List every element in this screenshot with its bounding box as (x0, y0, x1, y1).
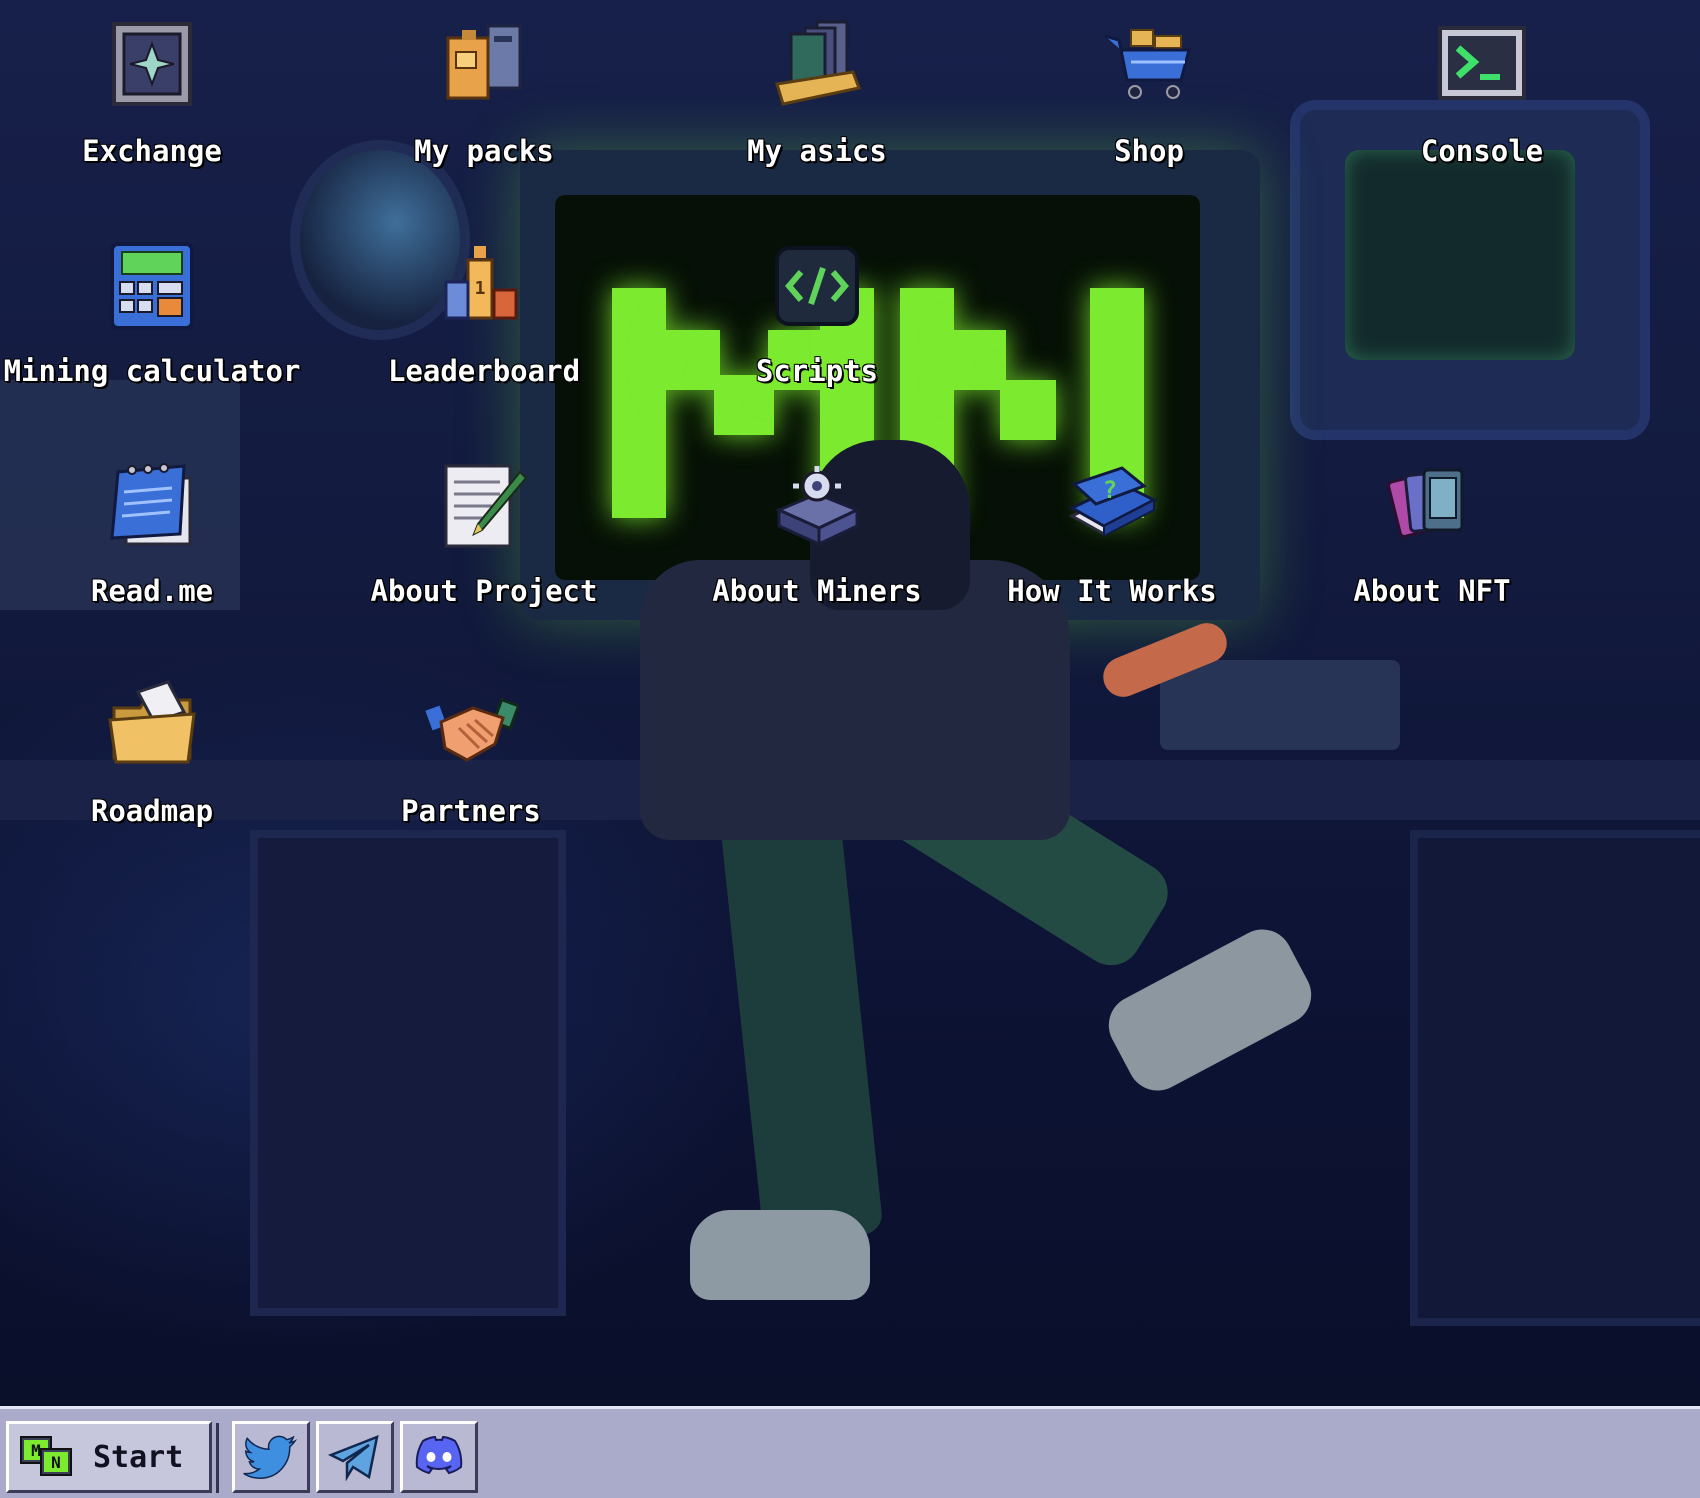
desktop-icon-label: Read.me (90, 574, 214, 608)
start-button[interactable]: MN Start (6, 1421, 212, 1493)
code-icon (769, 238, 865, 334)
wallpaper-figure-shoe (690, 1210, 870, 1300)
desktop-icon-scripts[interactable]: Scripts (717, 238, 917, 388)
desktop-wallpaper (0, 0, 1700, 1406)
calculator-icon (104, 238, 200, 334)
telegram-icon (327, 1435, 379, 1481)
desktop-icon-leaderboard[interactable]: 1 Leaderboard (384, 238, 584, 388)
desktop-icon-label: Console (1420, 134, 1544, 168)
terminal-icon (1434, 18, 1530, 114)
desktop-icon-label: My asics (747, 134, 887, 168)
wallpaper-figure-leg (716, 774, 884, 1246)
twitter-button[interactable] (232, 1421, 310, 1493)
twitter-icon (243, 1435, 298, 1479)
desktop-icon-label: Shop (1114, 134, 1184, 168)
wallpaper-logo-block (950, 330, 1006, 390)
desktop-icon-shop[interactable]: Shop (1049, 18, 1249, 168)
desktop-icon-label: How It Works (1007, 574, 1217, 608)
desktop-icon-roadmap[interactable]: Roadmap (52, 678, 252, 828)
desktop-icon-label: About NFT (1353, 574, 1511, 608)
taskbar: MN Start (0, 1406, 1700, 1498)
exchange-icon (104, 18, 200, 114)
desktop-icon-label: Exchange (82, 134, 222, 168)
discord-button[interactable] (400, 1421, 478, 1493)
desktop-icon-label: Roadmap (90, 794, 214, 828)
desktop-icon-how-it-works[interactable]: ? How It Works (1007, 458, 1217, 608)
desktop-icon-readme[interactable]: Read.me (52, 458, 252, 608)
svg-text:M: M (31, 1441, 41, 1460)
telegram-button[interactable] (316, 1421, 394, 1493)
document-pen-icon (436, 458, 532, 554)
desktop-icon-label: Partners (401, 794, 541, 828)
svg-text:N: N (51, 1453, 61, 1472)
desktop-icon-about-miners[interactable]: About Miners (693, 458, 941, 608)
mn-logo-icon: MN (19, 1435, 75, 1479)
help-book-icon: ? (1064, 458, 1160, 554)
desktop-icon-my-asics[interactable]: My asics (717, 18, 917, 168)
shopping-cart-icon (1101, 18, 1197, 114)
desktop-icon-console[interactable]: Console (1382, 18, 1582, 168)
svg-text:?: ? (1103, 476, 1117, 504)
podium-icon: 1 (436, 238, 532, 334)
desktop-icon-label: Mining calculator (3, 354, 301, 388)
desktop-icon-mining-calculator[interactable]: Mining calculator (4, 238, 300, 388)
svg-text:1: 1 (475, 278, 486, 299)
desktop-icon-label: Leaderboard (387, 354, 581, 388)
desktop-icon-about-nft[interactable]: About NFT (1332, 458, 1532, 608)
folder-icon (104, 678, 200, 774)
desktop-icon-exchange[interactable]: Exchange (52, 18, 252, 168)
desktop-icon-my-packs[interactable]: My packs (384, 18, 584, 168)
wallpaper-logo-block (1000, 380, 1056, 440)
handshake-icon (423, 678, 519, 774)
asics-icon (769, 18, 865, 114)
wallpaper-logo-block (660, 330, 720, 390)
desktop-icon-label: About Miners (712, 574, 922, 608)
nft-cards-icon (1384, 458, 1480, 554)
miner-chip-icon (769, 458, 865, 554)
desktop-icon-partners[interactable]: Partners (371, 678, 571, 828)
wallpaper-cabinet-right (1410, 830, 1700, 1326)
packs-icon (436, 18, 532, 114)
wallpaper-cabinet (250, 830, 566, 1316)
desktop-icon-label: My packs (414, 134, 554, 168)
taskbar-divider (216, 1423, 219, 1493)
wallpaper-logo-block (612, 288, 666, 518)
notepad-icon (104, 458, 200, 554)
desktop-icon-label: About Project (370, 574, 598, 608)
desktop-icon-label: Scripts (755, 354, 879, 388)
wallpaper-right-monitor-screen (1345, 150, 1575, 360)
discord-icon (415, 1435, 463, 1475)
desktop-icon-about-project[interactable]: About Project (367, 458, 601, 608)
wallpaper-speaker (1160, 660, 1400, 750)
start-label: Start (93, 1439, 184, 1475)
